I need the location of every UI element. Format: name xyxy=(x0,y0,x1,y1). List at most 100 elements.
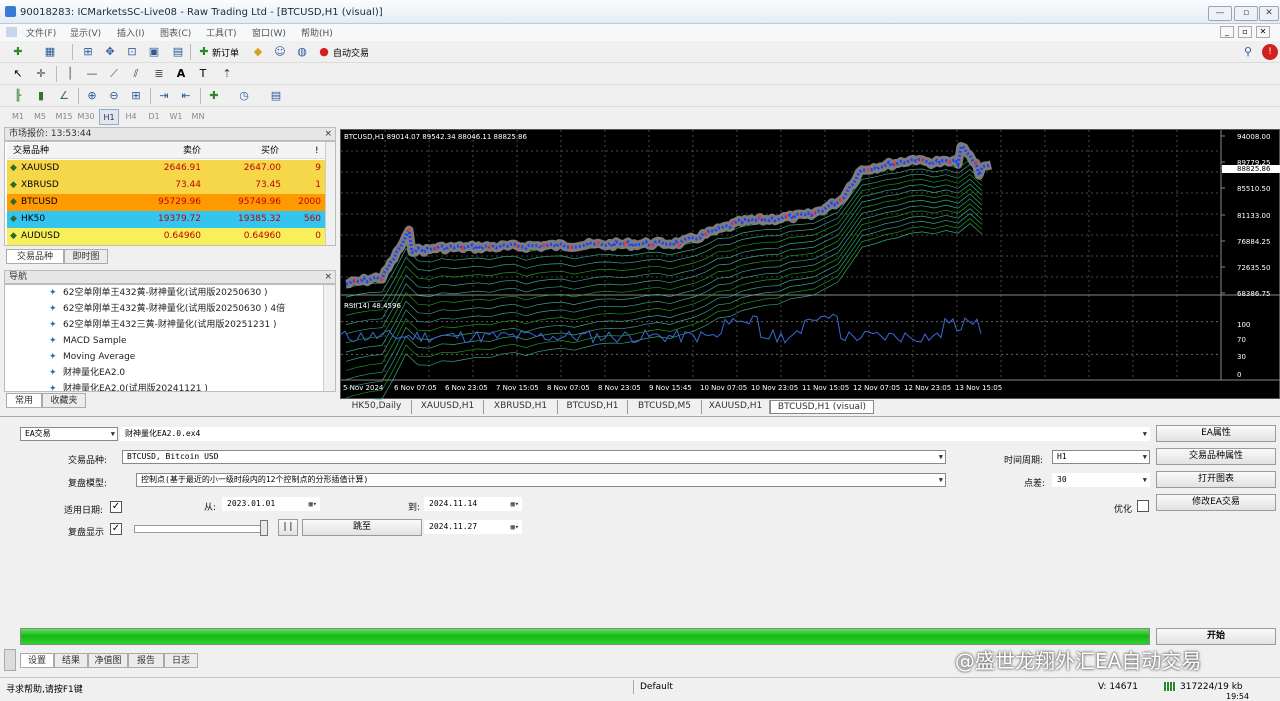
tf-m30[interactable]: M30 xyxy=(76,109,96,125)
tester-tab[interactable]: 日志 xyxy=(164,653,198,668)
arrows-icon[interactable]: ⇡ xyxy=(219,66,235,82)
market-watch-row[interactable]: ◆ BTCUSD 95729.96 95749.96 2000 xyxy=(7,194,325,211)
navigator-ea-item[interactable]: ✦ 财神量化EA2.0 xyxy=(49,366,125,381)
text-label-icon[interactable]: T xyxy=(195,66,211,82)
tf-h1[interactable]: H1 xyxy=(99,109,119,125)
globe-icon[interactable]: ◍ xyxy=(294,44,310,60)
child-restore-button[interactable]: ▫ xyxy=(1238,26,1252,38)
metaeditor-icon[interactable]: ◆ xyxy=(250,44,266,60)
close-button[interactable]: ✕ xyxy=(1259,6,1279,21)
chart-tab[interactable]: XBRUSD,H1 xyxy=(484,400,558,414)
market-watch-row[interactable]: ◆ AUDUSD 0.64960 0.64960 0 xyxy=(7,228,325,245)
search-icon[interactable]: ⚲ xyxy=(1240,44,1256,60)
use-date-checkbox[interactable]: ✓ xyxy=(110,501,122,513)
market-watch-row[interactable]: ◆ XBRUSD 73.44 73.45 1 xyxy=(7,177,325,194)
market-watch-icon[interactable]: ⊞ xyxy=(80,44,96,60)
child-minimize-button[interactable]: _ xyxy=(1220,26,1234,38)
modify-ea-button[interactable]: 修改EA交易 xyxy=(1156,494,1276,511)
col-bid[interactable]: 卖价 xyxy=(183,143,201,159)
tester-tab[interactable]: 净值图 xyxy=(88,653,128,668)
notification-icon[interactable]: ! xyxy=(1262,44,1278,60)
tf-d1[interactable]: D1 xyxy=(144,109,164,125)
new-chart-icon[interactable]: ✚ xyxy=(10,44,26,60)
navigator-ea-item[interactable]: ✦ Moving Average xyxy=(49,350,135,365)
channel-icon[interactable]: ⫽ xyxy=(128,66,144,82)
line-chart-icon[interactable]: ∠ xyxy=(56,88,72,104)
spread-select[interactable]: 30 ▼ xyxy=(1052,473,1150,487)
candle-chart-icon[interactable]: ▮ xyxy=(33,88,49,104)
tab-tick-chart[interactable]: 即时图 xyxy=(64,249,108,264)
chart-tab[interactable]: XAUUSD,H1 xyxy=(412,400,484,414)
indicators-icon[interactable]: ✚ xyxy=(206,88,222,104)
cursor-icon[interactable]: ↖ xyxy=(10,66,26,82)
navigator-ea-item[interactable]: ✦ 62空单刚单王432三黄-财神量化(试用版20251231 ) xyxy=(49,318,277,333)
tab-symbols[interactable]: 交易品种 xyxy=(6,249,64,264)
skip-to-button[interactable]: 跳至 xyxy=(302,519,422,536)
pause-button[interactable]: | | xyxy=(278,519,298,536)
tf-h4[interactable]: H4 xyxy=(121,109,141,125)
tester-icon[interactable]: ▤ xyxy=(170,44,186,60)
menu-file[interactable]: 文件(F) xyxy=(26,26,56,39)
col-spread[interactable]: ! xyxy=(315,143,319,159)
new-order-icon[interactable]: ✚ xyxy=(196,44,212,60)
trendline-icon[interactable]: ⟋ xyxy=(106,66,122,82)
chart-canvas[interactable]: 94008.0089779.2588825.8685510.5081133.00… xyxy=(340,130,1280,408)
text-icon[interactable]: A xyxy=(173,66,189,82)
menu-charts[interactable]: 图表(C) xyxy=(160,26,191,39)
navigator-scrollbar[interactable] xyxy=(323,285,335,391)
navigator-ea-item[interactable]: ✦ 财神量化EA2.0(试用版20241121 ) xyxy=(49,382,208,391)
profiles-icon[interactable]: ▦ xyxy=(42,44,58,60)
menu-insert[interactable]: 插入(I) xyxy=(117,26,145,39)
market-watch-row[interactable]: ◆ XAUUSD 2646.91 2647.00 9 xyxy=(7,160,325,177)
periods-icon[interactable]: ◷ xyxy=(236,88,252,104)
model-select[interactable]: 控制点(基于最近的小一级时段内的12个控制点的分形插值计算) ▼ xyxy=(136,473,946,487)
speed-slider-track[interactable] xyxy=(134,525,268,533)
market-watch-row[interactable]: ◆ HK50 19379.72 19385.32 560 xyxy=(7,211,325,228)
speed-slider-thumb[interactable] xyxy=(260,520,268,536)
open-chart-button[interactable]: 打开图表 xyxy=(1156,471,1276,488)
minimize-button[interactable]: — xyxy=(1208,6,1232,21)
price-chart[interactable]: 94008.0089779.2588825.8685510.5081133.00… xyxy=(340,129,1280,408)
bar-chart-icon[interactable]: ╟ xyxy=(10,88,26,104)
tf-m1[interactable]: M1 xyxy=(8,109,28,125)
chart-tab[interactable]: BTCUSD,H1 xyxy=(558,400,628,414)
horizontal-line-icon[interactable]: — xyxy=(84,66,100,82)
maximize-button[interactable]: ▫ xyxy=(1234,6,1258,21)
menu-help[interactable]: 帮助(H) xyxy=(301,26,333,39)
optimize-checkbox[interactable] xyxy=(1137,500,1149,512)
menu-window[interactable]: 窗口(W) xyxy=(252,26,286,39)
tf-mn[interactable]: MN xyxy=(188,109,208,125)
chart-tab[interactable]: BTCUSD,H1 (visual) xyxy=(770,400,874,414)
chart-tab[interactable]: HK50,Daily xyxy=(342,400,412,414)
templates-icon[interactable]: ▤ xyxy=(268,88,284,104)
menu-view[interactable]: 显示(V) xyxy=(70,26,101,39)
zoom-out-icon[interactable]: ⊖ xyxy=(106,88,122,104)
tester-tab[interactable]: 报告 xyxy=(128,653,164,668)
tf-m5[interactable]: M5 xyxy=(30,109,50,125)
navigator-ea-item[interactable]: ✦ MACD Sample xyxy=(49,334,127,349)
col-ask[interactable]: 买价 xyxy=(261,143,279,159)
ea-file-select[interactable]: 财神量化EA2.0.ex4 ▼ xyxy=(120,427,1150,441)
child-close-button[interactable]: ✕ xyxy=(1256,26,1270,38)
tester-tab[interactable]: 设置 xyxy=(20,653,54,668)
tester-tab[interactable]: 结果 xyxy=(54,653,88,668)
new-order-button[interactable]: 新订单 xyxy=(212,46,239,59)
tf-m15[interactable]: M15 xyxy=(54,109,74,125)
data-window-icon[interactable]: ✥ xyxy=(102,44,118,60)
from-date-input[interactable]: 2023.01.01 ▦▾ xyxy=(222,497,320,511)
chart-shift-icon[interactable]: ⇤ xyxy=(178,88,194,104)
skip-date-input[interactable]: 2024.11.27 ▦▾ xyxy=(424,520,522,534)
menu-tools[interactable]: 工具(T) xyxy=(206,26,237,39)
period-select[interactable]: H1 ▼ xyxy=(1052,450,1150,464)
to-date-input[interactable]: 2024.11.14 ▦▾ xyxy=(424,497,522,511)
terminal-icon[interactable]: ▣ xyxy=(146,44,162,60)
symbol-select[interactable]: BTCUSD, Bitcoin USD ▼ xyxy=(122,450,946,464)
tab-common[interactable]: 常用 xyxy=(6,393,42,408)
crosshair-icon[interactable]: ✛ xyxy=(33,66,49,82)
auto-trading-button[interactable]: 自动交易 xyxy=(333,46,369,59)
close-icon[interactable]: × xyxy=(324,271,332,284)
ea-properties-button[interactable]: EA属性 xyxy=(1156,425,1276,442)
col-symbol[interactable]: 交易品种 xyxy=(13,143,49,159)
zoom-in-icon[interactable]: ⊕ xyxy=(84,88,100,104)
chart-tab[interactable]: BTCUSD,M5 xyxy=(628,400,702,414)
